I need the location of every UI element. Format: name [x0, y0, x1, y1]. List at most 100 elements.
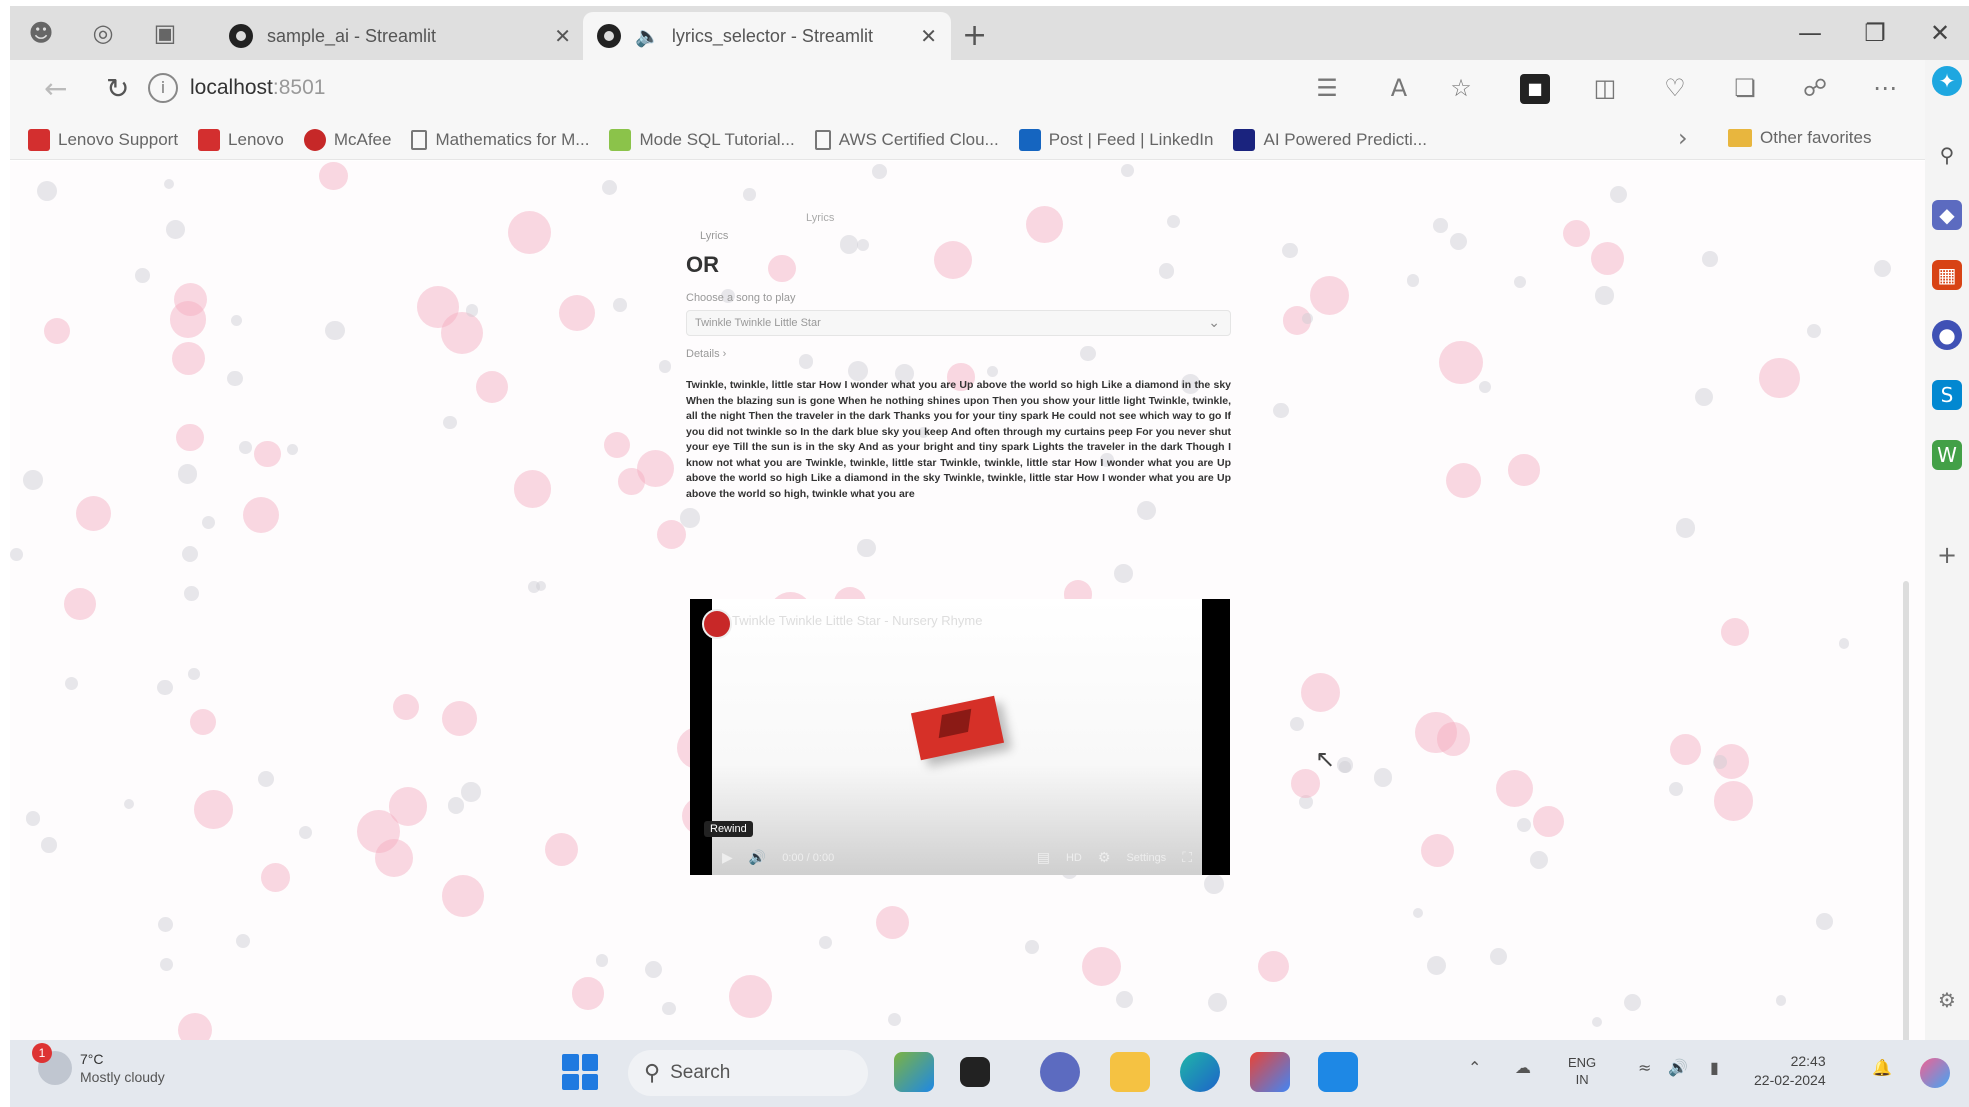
captions-icon[interactable]: ▤: [1037, 850, 1050, 866]
profile-icon[interactable]: ☻: [10, 6, 72, 60]
task-view-icon[interactable]: [960, 1057, 990, 1087]
more-options-icon[interactable]: ⋯: [1870, 74, 1900, 104]
speaker-icon[interactable]: 🔈: [635, 24, 660, 48]
tag-icon[interactable]: ◆: [1932, 200, 1962, 230]
background-dot: [1421, 833, 1455, 867]
background-dot: [528, 581, 540, 593]
background-dot: [1115, 990, 1134, 1008]
bookmarks-bar: Lenovo Support Lenovo McAfee Mathematics…: [10, 120, 1925, 160]
copilot-icon[interactable]: ✦: [1932, 66, 1962, 96]
wifi-icon[interactable]: ≈: [1638, 1058, 1651, 1077]
refresh-icon[interactable]: ↻: [106, 72, 129, 105]
site-info-icon[interactable]: i: [148, 73, 178, 103]
taskbar-search[interactable]: ⚲ Search: [628, 1050, 868, 1096]
url-host: localhost: [190, 76, 273, 99]
favorite-star-icon[interactable]: ☆: [1446, 74, 1476, 104]
volume-icon[interactable]: 🔊: [749, 850, 766, 866]
background-dot: [872, 164, 887, 180]
bookmark-mode-sql[interactable]: Mode SQL Tutorial...: [609, 128, 795, 151]
onedrive-icon[interactable]: ☁: [1515, 1058, 1531, 1077]
bookmark-lenovo-support[interactable]: Lenovo Support: [28, 128, 178, 151]
wallet-icon[interactable]: W: [1932, 440, 1962, 470]
details-expander[interactable]: Details ›: [686, 348, 1231, 360]
notification-bell-icon[interactable]: 🔔: [1872, 1058, 1892, 1077]
bookmarks-overflow-chevron-icon[interactable]: ›: [1678, 124, 1688, 152]
games-icon[interactable]: ●: [1932, 320, 1962, 350]
bookmark-linkedin[interactable]: Post | Feed | LinkedIn: [1018, 128, 1213, 151]
edge-app-icon[interactable]: [1180, 1052, 1220, 1092]
windows-start-icon[interactable]: [562, 1054, 598, 1090]
video-controls: ▶ 🔊 0:00 / 0:00 ▤ HD ⚙ Settings ⛶: [712, 841, 1202, 875]
background-dot: [1114, 564, 1134, 584]
toolbox-icon[interactable]: ▦: [1932, 260, 1962, 290]
other-favorites-folder[interactable]: Other favorites: [1728, 128, 1872, 148]
read-aloud-icon[interactable]: A: [1384, 74, 1414, 104]
background-dot: [1290, 717, 1305, 732]
sidebar-settings-icon[interactable]: ⚙: [1932, 985, 1962, 1015]
close-tab-icon[interactable]: ✕: [920, 24, 937, 48]
new-tab-icon[interactable]: +: [962, 18, 987, 53]
background-dot: [134, 268, 150, 284]
office-icon[interactable]: S: [1932, 380, 1962, 410]
page-scrollbar[interactable]: [1903, 581, 1909, 1040]
copilot-taskbar-icon[interactable]: [1920, 1058, 1950, 1088]
play-icon[interactable]: ▶: [722, 850, 733, 866]
widgets-app-icon[interactable]: [894, 1052, 934, 1092]
battery-icon[interactable]: ▮: [1710, 1058, 1719, 1077]
weather-widget[interactable]: 1 7°C Mostly cloudy: [32, 1043, 165, 1086]
vscode-app-icon[interactable]: [1318, 1052, 1358, 1092]
file-explorer-icon[interactable]: [1110, 1052, 1150, 1092]
channel-avatar[interactable]: [702, 609, 732, 639]
split-screen-icon[interactable]: ◫: [1590, 74, 1620, 104]
add-sidebar-app-icon[interactable]: +: [1932, 540, 1962, 570]
tab-sample-ai[interactable]: sample_ai - Streamlit ✕: [215, 12, 585, 60]
youtube-logo[interactable]: Settings: [1126, 852, 1166, 864]
settings-icon[interactable]: ⚙: [1098, 850, 1111, 866]
background-dot: [1508, 454, 1540, 486]
bookmark-ai-powered[interactable]: AI Powered Predicti...: [1233, 128, 1427, 151]
browser-essentials-icon[interactable]: ☍: [1800, 74, 1830, 104]
workspaces-icon[interactable]: ◎: [72, 6, 134, 60]
volume-icon[interactable]: 🔊: [1668, 1058, 1688, 1077]
gmail-app-icon[interactable]: [1250, 1052, 1290, 1092]
close-window-icon[interactable]: ✕: [1910, 6, 1969, 60]
video-title[interactable]: Twinkle Twinkle Little Star - Nursery Rh…: [732, 613, 982, 628]
bookmark-aws[interactable]: AWS Certified Clou...: [814, 129, 999, 150]
minimize-icon[interactable]: —: [1780, 6, 1840, 60]
bookmark-mathematics[interactable]: Mathematics for M...: [411, 129, 589, 150]
background-dot: [242, 496, 280, 533]
weather-temp: 7°C: [80, 1051, 104, 1067]
background-dot: [157, 679, 173, 695]
extension-icon[interactable]: ■: [1520, 74, 1550, 104]
bookmark-lenovo[interactable]: Lenovo: [198, 128, 284, 151]
background-dot: [286, 444, 298, 456]
search-icon[interactable]: ⚲: [1932, 140, 1962, 170]
restore-icon[interactable]: ❐: [1845, 6, 1905, 60]
teams-app-icon[interactable]: [1040, 1052, 1080, 1092]
background-dot: [513, 470, 552, 508]
document-icon: [411, 129, 428, 150]
language-indicator[interactable]: ENG IN: [1568, 1054, 1596, 1088]
background-dot: [571, 977, 605, 1010]
song-select[interactable]: Twinkle Twinkle Little Star ⌄: [686, 310, 1231, 336]
reader-view-icon[interactable]: ☰: [1312, 74, 1342, 104]
back-icon[interactable]: ←: [44, 72, 67, 105]
collections-icon[interactable]: ❏: [1730, 74, 1760, 104]
fullscreen-icon[interactable]: ⛶: [1182, 850, 1192, 866]
system-clock[interactable]: 22:43 22-02-2024: [1754, 1052, 1826, 1090]
tab-lyrics-selector[interactable]: 🔈 lyrics_selector - Streamlit ✕: [583, 12, 951, 60]
close-tab-icon[interactable]: ✕: [554, 24, 571, 48]
mouse-cursor-icon: ↖: [1315, 745, 1336, 773]
tab-actions-icon[interactable]: ▣: [134, 6, 196, 60]
background-dot: [1258, 951, 1290, 983]
background-dot: [1668, 781, 1684, 797]
bookmark-mcafee[interactable]: McAfee: [303, 128, 391, 151]
favorites-icon[interactable]: ♡: [1660, 74, 1690, 104]
background-dot: [231, 315, 243, 327]
background-dot: [1516, 817, 1532, 832]
video-player[interactable]: Twinkle Twinkle Little Star - Nursery Rh…: [690, 599, 1230, 875]
video-quality[interactable]: HD: [1066, 852, 1082, 864]
show-hidden-icons-chevron-icon[interactable]: ⌃: [1468, 1058, 1481, 1077]
background-dot: [173, 282, 207, 316]
url-field[interactable]: localhost:8501: [190, 76, 325, 100]
